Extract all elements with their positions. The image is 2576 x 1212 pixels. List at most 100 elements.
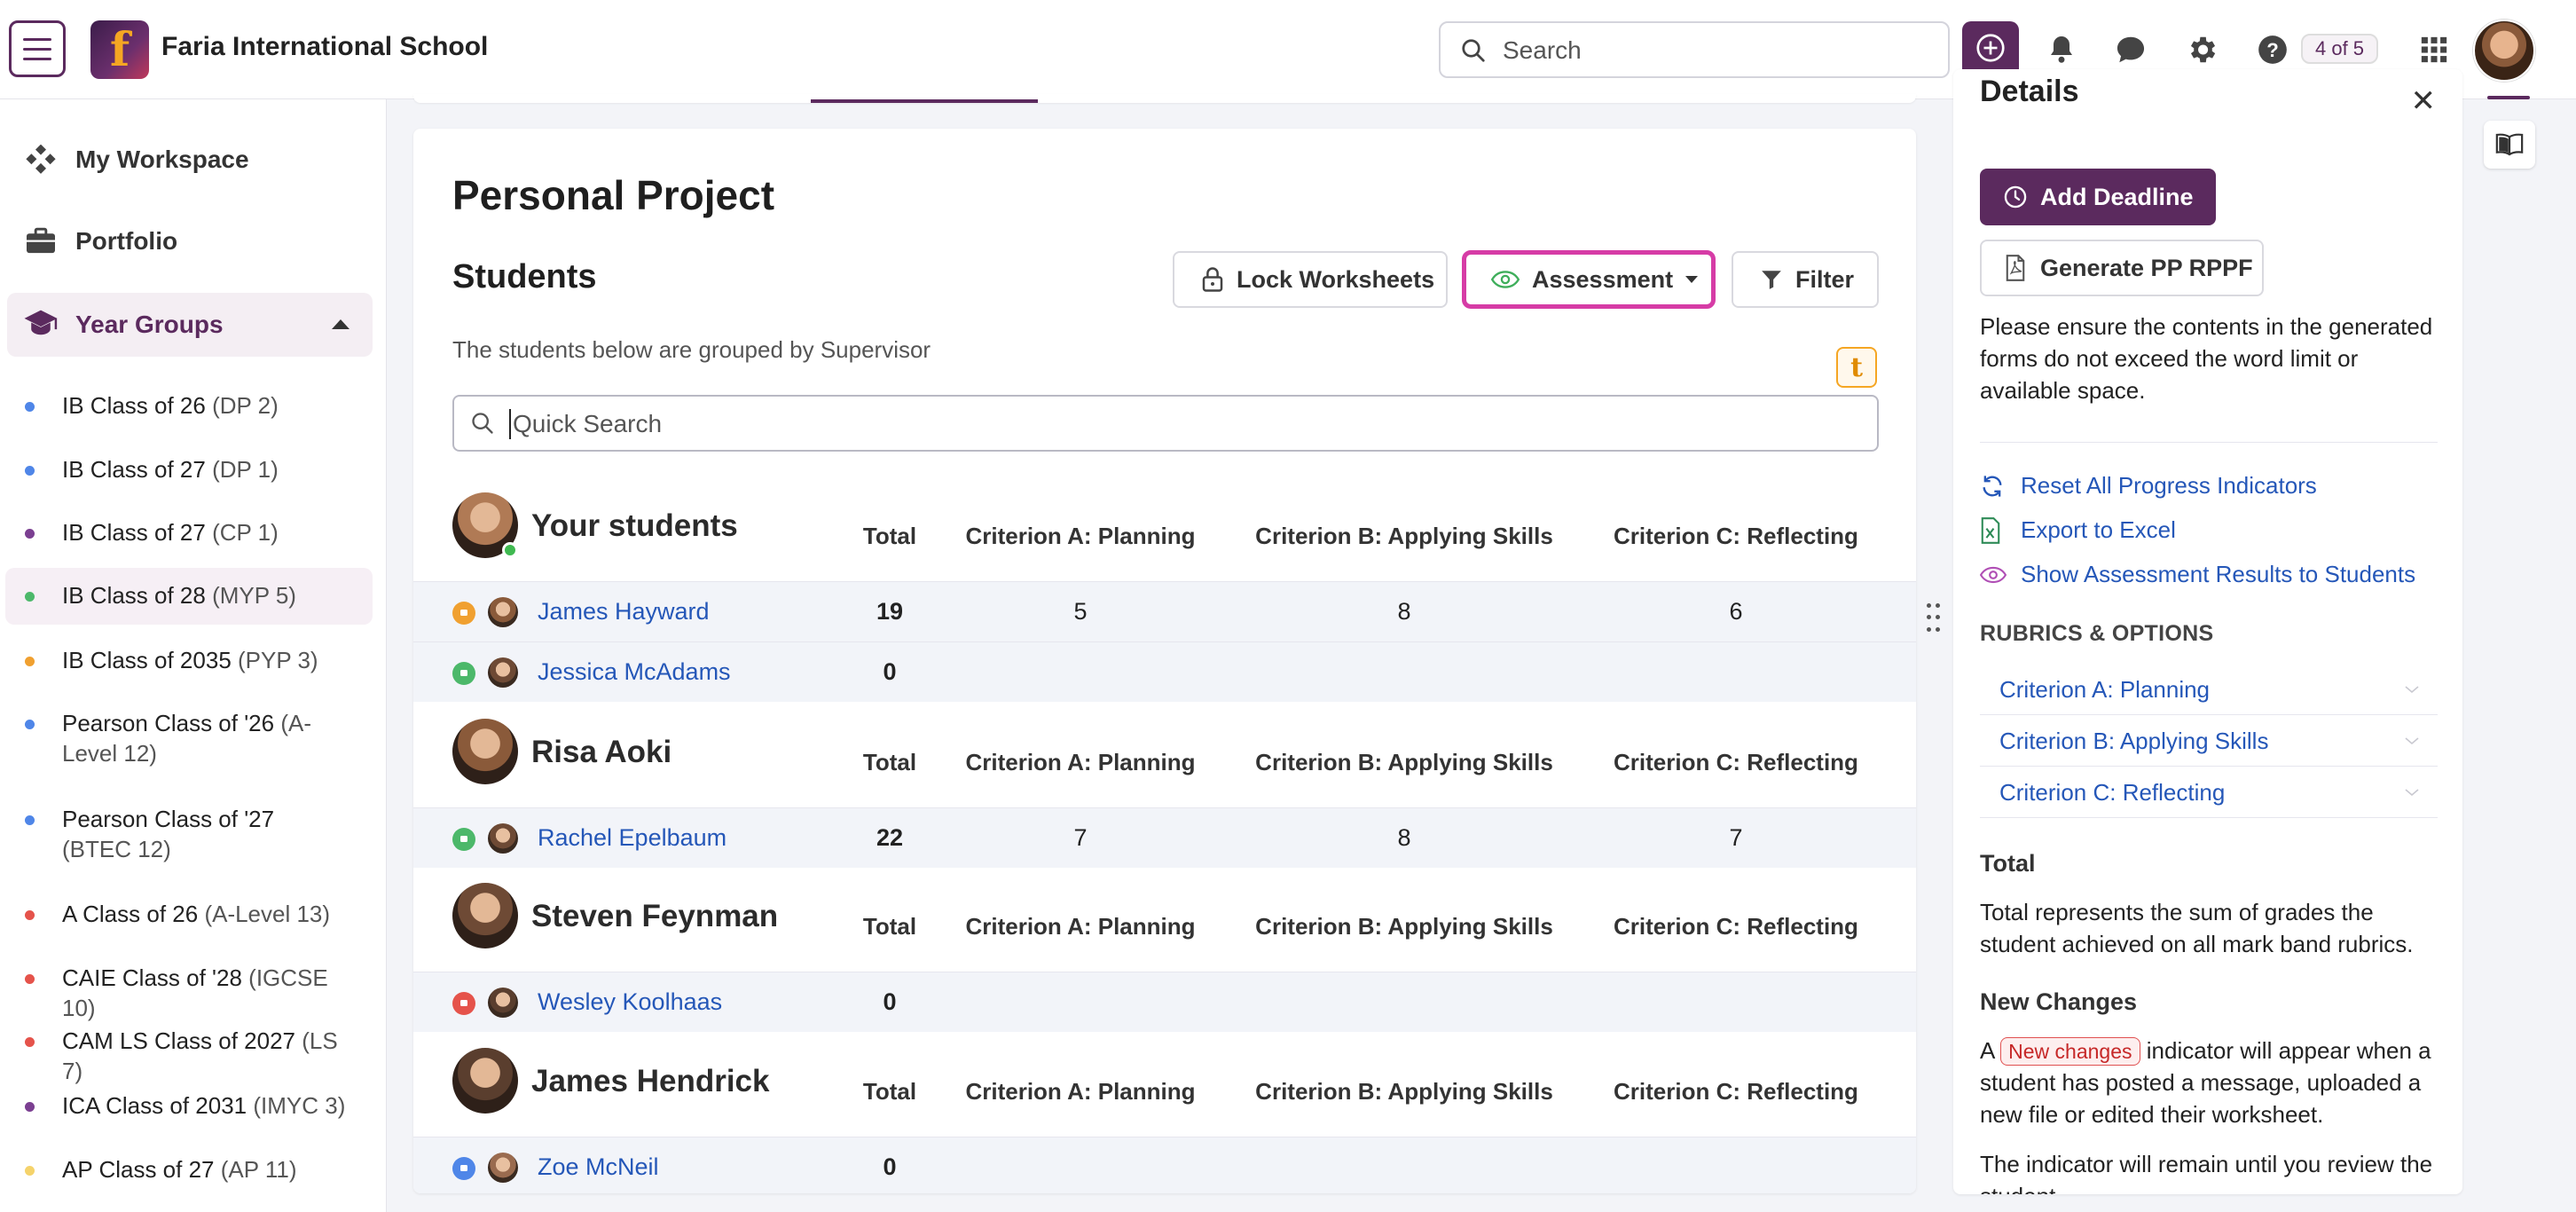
show-results-link[interactable]: Show Assessment Results to Students <box>1980 561 2415 588</box>
class-label: IB Class of 27 (DP 1) <box>62 454 346 484</box>
student-row[interactable]: Zoe McNeil 0 <box>413 1137 1916 1193</box>
global-search[interactable] <box>1439 21 1950 78</box>
details-panel: Details ✕ Add Deadline Generate PP RPPF … <box>1953 69 2462 1194</box>
status-blue-icon <box>452 1157 475 1180</box>
sidebar-class-item[interactable]: CAIE Class of '28 (IGCSE 10) <box>5 950 373 1021</box>
panel-resize-handle[interactable] <box>1927 603 1943 635</box>
filter-button[interactable]: Filter <box>1732 251 1879 308</box>
search-input[interactable] <box>1503 35 1928 66</box>
sidebar-class-item[interactable]: ICA Class of 2031 (IMYC 3) <box>5 1078 373 1135</box>
student-row[interactable]: James Hayward 19 5 8 6 <box>413 581 1916 641</box>
sidebar-class-item[interactable]: CAM LS Class of 2027 (LS 7) <box>5 1013 373 1084</box>
criterion-b-score-cell[interactable]: 8 <box>1351 824 1457 852</box>
sidebar-item-year-groups[interactable]: Year Groups <box>7 293 373 357</box>
bell-icon[interactable] <box>2044 32 2079 67</box>
column-header[interactable]: Criterion C: Reflecting <box>1559 913 1913 940</box>
reset-progress-link[interactable]: Reset All Progress Indicators <box>1980 472 2317 500</box>
total-score-cell[interactable]: 19 <box>836 598 943 626</box>
export-excel-link[interactable]: Export to Excel <box>1980 516 2176 544</box>
column-header[interactable]: Criterion C: Reflecting <box>1559 523 1913 550</box>
supervisor-avatar <box>452 1048 518 1114</box>
assessment-dropdown[interactable]: Assessment <box>1462 250 1716 309</box>
student-name-link[interactable]: James Hayward <box>538 598 710 626</box>
lock-worksheets-button[interactable]: Lock Worksheets <box>1173 251 1448 308</box>
generate-rppf-button[interactable]: Generate PP RPPF <box>1980 240 2264 296</box>
pager-badge[interactable]: 4 of 5 <box>2301 34 2379 64</box>
sidebar-item-my-workspace[interactable]: My Workspace <box>0 128 387 192</box>
total-score-cell[interactable]: 0 <box>836 658 943 686</box>
column-header[interactable]: Criterion B: Applying Skills <box>1227 749 1582 776</box>
criterion-a-score-cell[interactable]: 7 <box>1027 824 1134 852</box>
column-header[interactable]: Criterion A: Planning <box>903 1078 1258 1106</box>
class-abbr: (CP 1) <box>212 519 279 546</box>
student-avatar <box>488 657 518 688</box>
sidebar-class-item[interactable]: Pearson Class of '26 (A-Level 12) <box>5 696 373 784</box>
student-row[interactable]: Jessica McAdams 0 <box>413 641 1916 702</box>
column-header[interactable]: Criterion C: Reflecting <box>1559 749 1913 776</box>
gear-icon[interactable] <box>2184 32 2219 67</box>
sidebar-label: My Workspace <box>75 146 249 173</box>
total-score-cell[interactable]: 0 <box>836 988 943 1016</box>
sidebar-class-item[interactable]: AP Class of 27 (AP 11) <box>5 1142 373 1199</box>
link-label: Export to Excel <box>2021 516 2176 543</box>
total-score-cell[interactable]: 0 <box>836 1153 943 1181</box>
student-name-link[interactable]: Rachel Epelbaum <box>538 824 726 852</box>
school-name[interactable]: Faria International School <box>161 32 488 62</box>
school-logo[interactable]: f <box>90 20 149 79</box>
t-badge-icon[interactable]: t <box>1836 347 1877 388</box>
rubric-item[interactable]: Criterion B: Applying Skills <box>1980 715 2438 767</box>
sidebar-class-item[interactable]: IB Class of 27 (DP 1) <box>5 442 373 499</box>
book-icon[interactable] <box>2484 121 2535 169</box>
section-title: Students <box>452 258 597 295</box>
help-icon[interactable]: ? <box>2255 32 2290 67</box>
student-avatar <box>488 823 518 854</box>
rubric-label: Criterion B: Applying Skills <box>1999 728 2269 754</box>
column-header[interactable]: Criterion A: Planning <box>903 913 1258 940</box>
rubric-item[interactable]: Criterion C: Reflecting <box>1980 767 2438 818</box>
user-avatar[interactable] <box>2473 20 2535 82</box>
button-label: Generate PP RPPF <box>2040 254 2253 281</box>
add-deadline-button[interactable]: Add Deadline <box>1980 169 2216 225</box>
sidebar-class-item[interactable]: A Class of 26 (A-Level 13) <box>5 886 373 943</box>
class-name: CAM LS Class of 2027 <box>62 1027 296 1054</box>
student-name-link[interactable]: Jessica McAdams <box>538 658 731 686</box>
supervisor-group-header: James Hendrick Total Criterion A: Planning… <box>413 1039 1916 1137</box>
column-header[interactable]: Criterion B: Applying Skills <box>1227 523 1582 550</box>
apps-grid-icon[interactable] <box>2416 32 2452 67</box>
link-label: Reset All Progress Indicators <box>2021 472 2317 499</box>
sidebar-class-item[interactable]: Pearson Class of '27 (BTEC 12) <box>5 791 373 880</box>
criterion-a-score-cell[interactable]: 5 <box>1027 598 1134 626</box>
page-title: Personal Project <box>452 172 775 218</box>
criterion-b-score-cell[interactable]: 8 <box>1351 598 1457 626</box>
sidebar-class-item[interactable]: IB Class of 2035 (PYP 3) <box>5 633 373 689</box>
chevron-up-icon[interactable] <box>332 319 349 329</box>
sidebar-class-item[interactable]: IB Class of 27 (CP 1) <box>5 505 373 562</box>
student-row[interactable]: Wesley Koolhaas 0 <box>413 972 1916 1032</box>
pdf-file-icon <box>2005 255 2026 281</box>
chat-icon[interactable] <box>2113 32 2148 67</box>
total-score-cell[interactable]: 22 <box>836 824 943 852</box>
sidebar-item-portfolio[interactable]: Portfolio <box>0 209 387 273</box>
column-header[interactable]: Criterion A: Planning <box>903 523 1258 550</box>
student-name-link[interactable]: Zoe McNeil <box>538 1153 659 1181</box>
sidebar-class-item[interactable]: IB Class of 28 (MYP 5) <box>5 568 373 625</box>
class-label: A Class of 26 (A-Level 13) <box>62 899 346 929</box>
column-header[interactable]: Criterion B: Applying Skills <box>1227 913 1582 940</box>
criterion-c-score-cell[interactable]: 7 <box>1683 824 1789 852</box>
close-icon[interactable]: ✕ <box>2411 83 2437 119</box>
menu-icon[interactable] <box>9 20 66 77</box>
quick-search[interactable] <box>452 395 1879 452</box>
link-label: Show Assessment Results to Students <box>2021 561 2416 587</box>
column-header[interactable]: Criterion B: Applying Skills <box>1227 1078 1582 1106</box>
student-name-link[interactable]: Wesley Koolhaas <box>538 988 722 1016</box>
criterion-c-score-cell[interactable]: 6 <box>1683 598 1789 626</box>
column-header[interactable]: Criterion C: Reflecting <box>1559 1078 1913 1106</box>
sidebar-class-item[interactable]: IB Class of 26 (DP 2) <box>5 378 373 435</box>
class-color-dot <box>25 1037 35 1047</box>
column-header[interactable]: Criterion A: Planning <box>903 749 1258 776</box>
rubric-item[interactable]: Criterion A: Planning <box>1980 664 2438 715</box>
class-color-dot <box>25 815 35 825</box>
quick-search-input[interactable] <box>509 409 1840 439</box>
student-row[interactable]: Rachel Epelbaum 22 7 8 7 <box>413 807 1916 868</box>
online-status-dot <box>502 542 518 558</box>
